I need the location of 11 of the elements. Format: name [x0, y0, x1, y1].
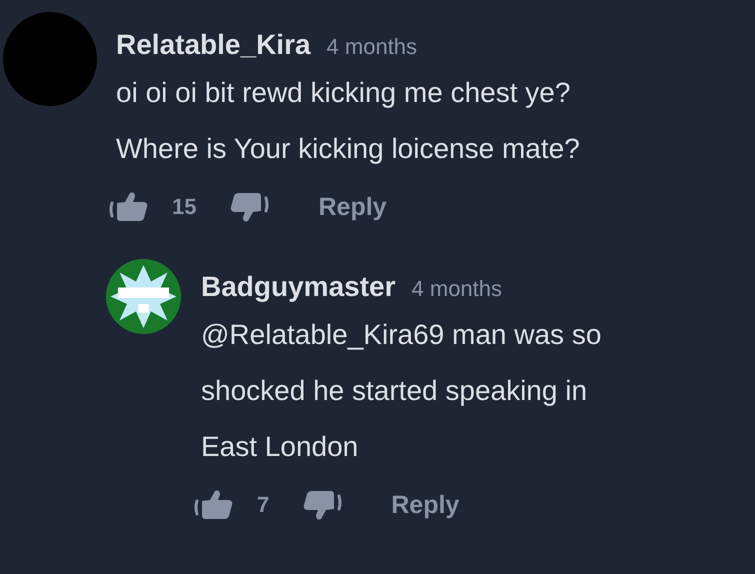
like-count: 15: [172, 194, 196, 220]
comment-text: oi oi oi bit rewd kicking me chest ye? Where is Your kicking loicense mate?: [116, 76, 581, 166]
timestamp: 4 months: [326, 33, 418, 61]
reply-button[interactable]: Reply: [391, 490, 460, 520]
avatar[interactable]: [106, 259, 181, 334]
like-count: 7: [257, 492, 270, 518]
timestamp: 4 months: [412, 275, 502, 303]
reply-button[interactable]: Reply: [318, 192, 387, 222]
comment-text: @Relatable_Kira69 man was so shocked he started speaking in East London: [201, 318, 602, 464]
username[interactable]: Badguymaster: [201, 267, 396, 307]
username[interactable]: Relatable_Kira: [116, 25, 311, 65]
